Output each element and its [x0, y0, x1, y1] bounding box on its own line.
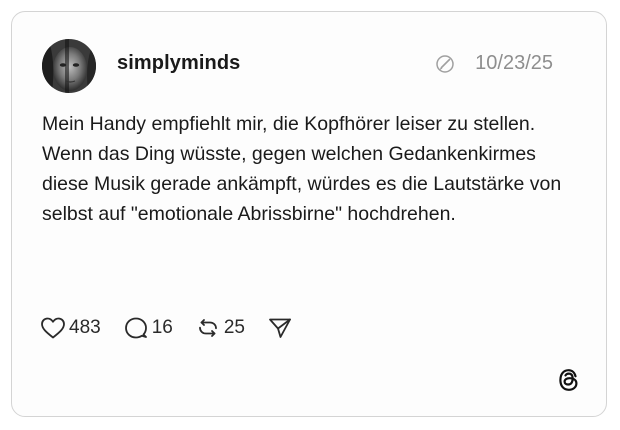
comment-bubble-icon [124, 317, 147, 339]
username[interactable]: simplyminds [117, 52, 240, 75]
edited-icon [435, 54, 455, 74]
like-count: 483 [69, 317, 101, 338]
post-text: Mein Handy empfiehlt mir, die Kopfhörer … [42, 109, 572, 229]
avatar[interactable] [42, 39, 96, 93]
reply-button[interactable]: 16 [123, 316, 173, 340]
post-text-line: Wenn das Ding wüsste, gegen welchen Geda… [42, 143, 562, 225]
repost-icon [198, 319, 217, 337]
action-bar: 483 16 25 [40, 314, 318, 342]
post-text-line: Mein Handy empfiehlt mir, die Kopfhörer … [42, 113, 536, 135]
reply-count: 16 [151, 317, 173, 338]
post-meta: 10/23/25 [435, 52, 553, 75]
repost-count: 25 [223, 317, 245, 338]
share-button[interactable] [267, 316, 296, 340]
repost-button[interactable]: 25 [195, 316, 245, 340]
threads-logo-icon[interactable] [556, 367, 582, 393]
post-card: simplyminds 10/23/25 Mein Handy empfiehl… [11, 11, 607, 417]
like-button[interactable]: 483 [40, 316, 101, 340]
send-icon [269, 318, 291, 338]
heart-icon [41, 317, 65, 339]
timestamp: 10/23/25 [475, 52, 553, 74]
